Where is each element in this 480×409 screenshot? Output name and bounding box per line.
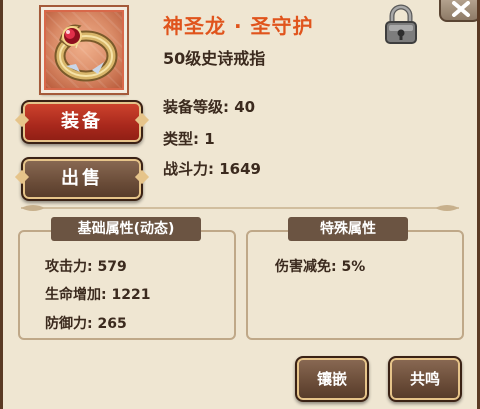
stat-power: 战斗力: 1649: [163, 160, 261, 178]
sell-button[interactable]: 出售: [21, 157, 143, 201]
inlay-button[interactable]: 镶嵌: [295, 356, 369, 402]
item-detail-panel: 神圣龙 · 圣守护 50级史诗戒指 装备等级: 40 类型: 1 战斗力: 16…: [0, 0, 480, 409]
close-button[interactable]: [439, 0, 477, 22]
attr-damage-reduction: 伤害减免: 5%: [275, 259, 366, 275]
item-subtitle: 50级史诗戒指: [163, 49, 266, 68]
attr-health: 生命增加: 1221: [45, 287, 151, 303]
special-attributes-box: [246, 230, 464, 340]
attr-attack: 攻击力: 579: [45, 259, 127, 275]
lock-button[interactable]: [381, 3, 421, 45]
equip-button[interactable]: 装备: [21, 100, 143, 144]
ornament-divider: [21, 205, 459, 211]
lock-icon: [385, 4, 417, 44]
stat-equip-level: 装备等级: 40: [163, 98, 256, 116]
close-icon: [452, 1, 470, 17]
stat-type: 类型: 1: [163, 130, 215, 148]
special-attributes-title: 特殊属性: [288, 217, 408, 241]
ring-icon: [54, 24, 118, 82]
resonance-button[interactable]: 共鸣: [388, 356, 462, 402]
base-attributes-title: 基础属性(动态): [51, 217, 201, 241]
item-icon-frame[interactable]: [41, 7, 127, 93]
attr-defense: 防御力: 265: [45, 316, 127, 332]
item-icon-background: [46, 12, 122, 88]
item-name: 神圣龙 · 圣守护: [163, 14, 314, 38]
